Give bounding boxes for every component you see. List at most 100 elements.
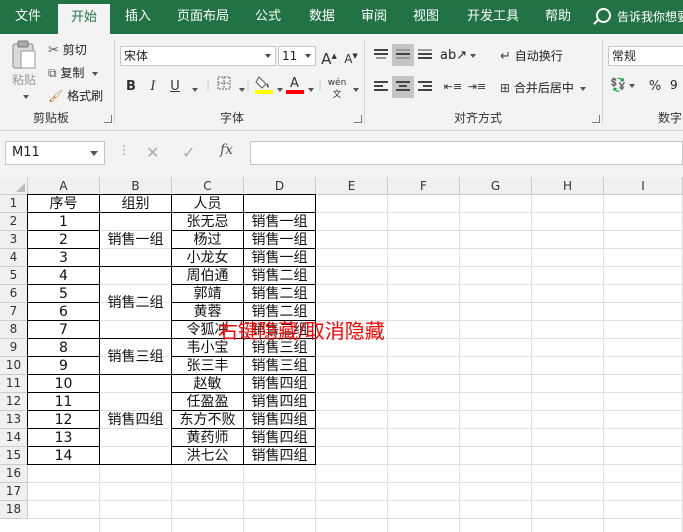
tab-file[interactable]: 文件 [0,0,56,34]
column-header-d[interactable]: D [244,177,316,195]
team-cell[interactable]: 销售四组 [243,374,316,393]
shrink-font-button[interactable]: A▼ [340,45,362,67]
team-cell[interactable]: 销售一组 [243,212,316,231]
row-header-9[interactable]: 9 [0,339,28,357]
row-header-12[interactable]: 12 [0,393,28,411]
seq-cell[interactable]: 3 [27,248,100,267]
row-header-15[interactable]: 15 [0,447,28,465]
team-cell[interactable]: 销售一组 [243,248,316,267]
table-header-cell[interactable]: 序号 [27,194,100,213]
table-header-cell[interactable]: 人员 [171,194,244,213]
group-merged-cell[interactable]: 销售三组 [99,338,172,375]
group-merged-cell[interactable]: 销售二组 [99,266,172,339]
seq-cell[interactable]: 1 [27,212,100,231]
name-box[interactable]: M11 [5,141,105,165]
italic-button[interactable]: I [142,76,164,98]
row-header-1[interactable]: 1 [0,195,28,213]
person-cell[interactable]: 赵敏 [171,374,244,393]
row-header-4[interactable]: 4 [0,249,28,267]
seq-cell[interactable]: 8 [27,338,100,357]
font-launcher-icon[interactable] [354,115,362,123]
bold-button[interactable]: B [120,76,142,98]
row-header-16[interactable]: 16 [0,465,28,483]
row-header-8[interactable]: 8 [0,321,28,339]
group-merged-cell[interactable]: 销售四组 [99,374,172,465]
borders-button[interactable] [213,76,235,98]
clipboard-launcher-icon[interactable] [104,115,112,123]
seq-cell[interactable]: 12 [27,410,100,429]
font-size-select[interactable]: 11 [278,46,316,66]
tab-view[interactable]: 视图 [404,0,448,34]
font-name-select[interactable]: 宋体 [120,46,276,66]
align-bottom-button[interactable] [414,44,436,66]
tab-data[interactable]: 数据 [300,0,344,34]
column-header-b[interactable]: B [100,177,172,195]
align-right-button[interactable] [414,76,436,98]
team-cell[interactable]: 销售二组 [243,284,316,303]
person-cell[interactable]: 张三丰 [171,356,244,375]
tab-review[interactable]: 审阅 [352,0,396,34]
underline-dropdown-icon[interactable] [189,82,198,96]
align-left-button[interactable] [370,76,392,98]
seq-cell[interactable]: 10 [27,374,100,393]
person-cell[interactable]: 小龙女 [171,248,244,267]
seq-cell[interactable]: 5 [27,284,100,303]
format-painter-button[interactable]: 🖌 格式刷 [48,87,103,104]
row-header-6[interactable]: 6 [0,285,28,303]
tab-developer[interactable]: 开发工具 [460,0,526,34]
row-header-2[interactable]: 2 [0,213,28,231]
copy-dropdown-icon[interactable] [92,71,99,76]
team-cell[interactable]: 销售四组 [243,410,316,429]
align-middle-button[interactable] [392,44,414,66]
paste-button[interactable]: 粘贴 [8,40,40,100]
group-merged-cell[interactable]: 销售一组 [99,212,172,267]
decrease-indent-button[interactable]: ⇤≡ [442,76,464,98]
seq-cell[interactable]: 4 [27,266,100,285]
column-header-f[interactable]: F [388,177,460,195]
align-center-button[interactable] [392,76,414,98]
tab-page-layout[interactable]: 页面布局 [170,0,236,34]
percent-style-button[interactable]: % [644,76,666,98]
table-header-cell[interactable]: 组别 [99,194,172,213]
seq-cell[interactable]: 11 [27,392,100,411]
seq-cell[interactable]: 9 [27,356,100,375]
fill-color-button[interactable] [253,74,275,96]
column-header-i[interactable]: I [604,177,683,195]
seq-cell[interactable]: 2 [27,230,100,249]
orientation-button[interactable]: ab↗ [440,48,477,63]
row-header-7[interactable]: 7 [0,303,28,321]
worksheet-grid[interactable]: A B C D E F G H I 1 2 3 4 5 6 7 8 9 10 11 12 13 14 15 16 17 18 序号 组别… [0,177,683,532]
team-cell[interactable]: 销售三组 [243,356,316,375]
tell-me-search[interactable]: 告诉我你想要 [596,0,683,34]
seq-cell[interactable]: 14 [27,446,100,465]
column-header-a[interactable]: A [28,177,100,195]
comma-style-button[interactable]: 9 [670,78,678,92]
align-top-button[interactable] [370,44,392,66]
tab-insert[interactable]: 插入 [114,0,162,34]
seq-cell[interactable]: 13 [27,428,100,447]
formula-input[interactable] [250,141,683,165]
underline-button[interactable]: U [164,76,186,98]
column-header-g[interactable]: G [460,177,532,195]
wrap-text-button[interactable]: ↵ 自动换行 [500,47,563,64]
person-cell[interactable]: 杨过 [171,230,244,249]
team-cell[interactable]: 销售四组 [243,428,316,447]
column-header-h[interactable]: H [532,177,604,195]
row-header-13[interactable]: 13 [0,411,28,429]
tab-formulas[interactable]: 公式 [246,0,290,34]
insert-function-button[interactable]: fx [220,142,233,158]
cut-button[interactable]: ✂ 剪切 [48,41,87,58]
tab-help[interactable]: 帮助 [536,0,580,34]
row-header-3[interactable]: 3 [0,231,28,249]
font-color-dropdown-icon[interactable] [305,82,314,96]
increase-indent-button[interactable]: ⇥≡ [466,76,488,98]
borders-dropdown-icon[interactable] [236,82,245,96]
column-header-e[interactable]: E [316,177,388,195]
person-cell[interactable]: 任盈盈 [171,392,244,411]
select-all-corner[interactable] [0,177,28,195]
team-cell[interactable]: 销售二组 [243,266,316,285]
alignment-launcher-icon[interactable] [592,115,600,123]
team-cell[interactable]: 销售四组 [243,392,316,411]
person-cell[interactable]: 周伯通 [171,266,244,285]
seq-cell[interactable]: 7 [27,320,100,339]
